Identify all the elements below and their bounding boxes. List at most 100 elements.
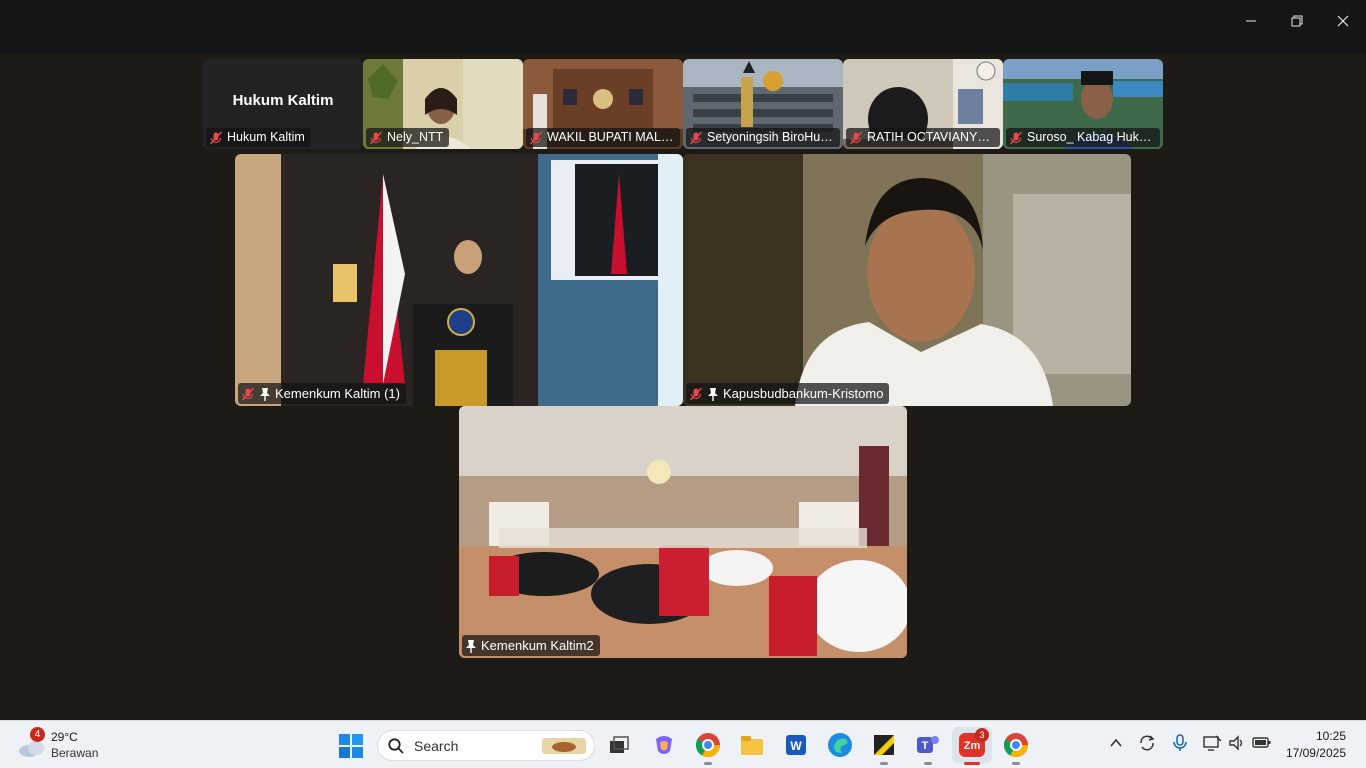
participant-center-name: Hukum Kaltim (232, 91, 334, 109)
mic-muted-icon (209, 131, 223, 144)
participant-name-tag: Hukum Kaltim (206, 128, 311, 147)
edge-button[interactable] (826, 731, 854, 759)
participant-tile[interactable]: Suroso_ Kabag Huku... (1003, 59, 1163, 149)
copilot-icon (656, 736, 672, 754)
minimize-icon (1246, 20, 1256, 22)
svg-text:W: W (790, 739, 802, 753)
participant-name: Kemenkum Kaltim (1) (275, 386, 400, 401)
running-indicator (880, 762, 888, 765)
network-icon (1203, 735, 1222, 751)
svg-text:T: T (922, 740, 929, 752)
pin-icon (708, 387, 718, 401)
windows-logo-icon (339, 734, 363, 758)
pin-icon (466, 639, 476, 653)
participant-name: Suroso_ Kabag Huku... (1027, 130, 1154, 144)
mic-muted-icon (1009, 131, 1023, 144)
battery-button[interactable] (1252, 735, 1272, 756)
taskbar: 4 29°C Berawan Search W T Zm 3 10:25 17/… (0, 720, 1366, 768)
mic-muted-icon (241, 387, 255, 400)
weather-badge: 4 (30, 727, 45, 742)
zoom-notification-badge: 3 (975, 728, 989, 742)
participant-name-tag: Kapusbudbankum-Kristomo (686, 383, 890, 404)
participant-name: Hukum Kaltim (227, 130, 305, 144)
mic-muted-icon (689, 131, 703, 144)
close-icon (1337, 15, 1349, 27)
participant-tile-large[interactable]: Kemenkum Kaltim (1) (235, 154, 683, 406)
task-view-icon (610, 736, 629, 753)
weather-widget[interactable]: 4 29°C Berawan (14, 727, 124, 763)
mic-muted-icon (849, 131, 863, 144)
participant-name-tag: Kemenkum Kaltim2 (462, 635, 600, 656)
weather-temperature: 29°C (51, 730, 78, 744)
chevron-up-icon (1110, 738, 1122, 747)
running-indicator (704, 762, 712, 765)
minimize-button[interactable] (1228, 6, 1274, 36)
search-highlight-icon (542, 738, 586, 754)
word-button[interactable]: W (782, 731, 810, 759)
weather-description: Berawan (51, 746, 99, 760)
microphone-button[interactable] (1172, 734, 1188, 757)
mic-muted-icon (529, 131, 543, 144)
participant-tile[interactable]: RATIH OCTAVIANY_BA... (843, 59, 1003, 149)
sync-button[interactable] (1138, 734, 1156, 757)
meeting-bottom-area (0, 660, 1366, 720)
participant-name: Kapusbudbankum-Kristomo (723, 386, 884, 401)
start-button[interactable] (338, 733, 364, 764)
participant-name: RATIH OCTAVIANY_BA... (867, 130, 994, 144)
search-label: Search (414, 738, 459, 754)
teams-button[interactable]: T (914, 731, 942, 765)
word-icon: W (786, 735, 806, 755)
copilot-button[interactable] (650, 731, 678, 759)
chrome-button[interactable] (694, 731, 722, 765)
restore-icon (1291, 15, 1303, 27)
file-explorer-icon (741, 736, 763, 755)
participant-video (459, 406, 907, 658)
running-indicator (924, 762, 932, 765)
participant-name-tag: RATIH OCTAVIANY_BA... (846, 128, 1000, 147)
battery-icon (1252, 737, 1271, 748)
chrome-icon (695, 733, 720, 758)
participant-tile[interactable]: WAKIL BUPATI MALIN... (523, 59, 683, 149)
chrome-profile-button[interactable] (1002, 731, 1030, 765)
participant-name-tag: Kemenkum Kaltim (1) (238, 383, 406, 404)
participant-name: Setyoningsih BiroHuk... (707, 130, 834, 144)
search-icon (388, 738, 404, 754)
title-bar (0, 0, 1366, 54)
participant-name-tag: Setyoningsih BiroHuk... (686, 128, 840, 147)
participant-name-tag: Nely_NTT (366, 128, 450, 147)
participant-name: WAKIL BUPATI MALIN... (547, 130, 674, 144)
microphone-icon (1173, 734, 1187, 751)
taskbar-search[interactable]: Search (377, 730, 595, 761)
participant-video (683, 154, 1131, 406)
chrome-profile-icon (1003, 733, 1028, 758)
restore-button[interactable] (1274, 6, 1320, 36)
volume-icon (1229, 735, 1243, 751)
svg-text:Zm: Zm (964, 740, 981, 752)
active-indicator (964, 762, 980, 765)
mic-muted-icon (689, 387, 703, 400)
zoom-meeting-window: Hukum Kaltim Hukum Kaltim Nely_NTT WAKIL… (0, 0, 1366, 720)
participant-tile[interactable]: Nely_NTT (363, 59, 523, 149)
zoom-button[interactable]: Zm 3 (952, 727, 992, 765)
participant-tile[interactable]: Hukum Kaltim Hukum Kaltim (203, 59, 363, 149)
edge-icon (828, 733, 852, 757)
show-hidden-icons-button[interactable] (1108, 735, 1124, 756)
participant-name: Nely_NTT (387, 130, 444, 144)
file-explorer-button[interactable] (738, 731, 766, 759)
task-view-button[interactable] (604, 731, 632, 759)
participant-name-tag: WAKIL BUPATI MALIN... (526, 128, 680, 147)
network-button[interactable] (1202, 734, 1222, 757)
clock-date: 17/09/2025 (1285, 746, 1346, 760)
participant-video (235, 154, 683, 406)
running-indicator (1012, 762, 1020, 765)
pin-icon (260, 387, 270, 401)
sticky-notes-icon (874, 735, 894, 755)
teams-icon: T (917, 736, 939, 753)
participant-tile-active-speaker[interactable]: Kemenkum Kaltim2 (459, 406, 907, 658)
sticky-notes-button[interactable] (870, 731, 898, 765)
close-button[interactable] (1320, 6, 1366, 36)
participant-tile-large[interactable]: Kapusbudbankum-Kristomo (683, 154, 1131, 406)
volume-button[interactable] (1228, 734, 1246, 757)
participant-tile[interactable]: Setyoningsih BiroHuk... (683, 59, 843, 149)
participant-name: Kemenkum Kaltim2 (481, 638, 594, 653)
